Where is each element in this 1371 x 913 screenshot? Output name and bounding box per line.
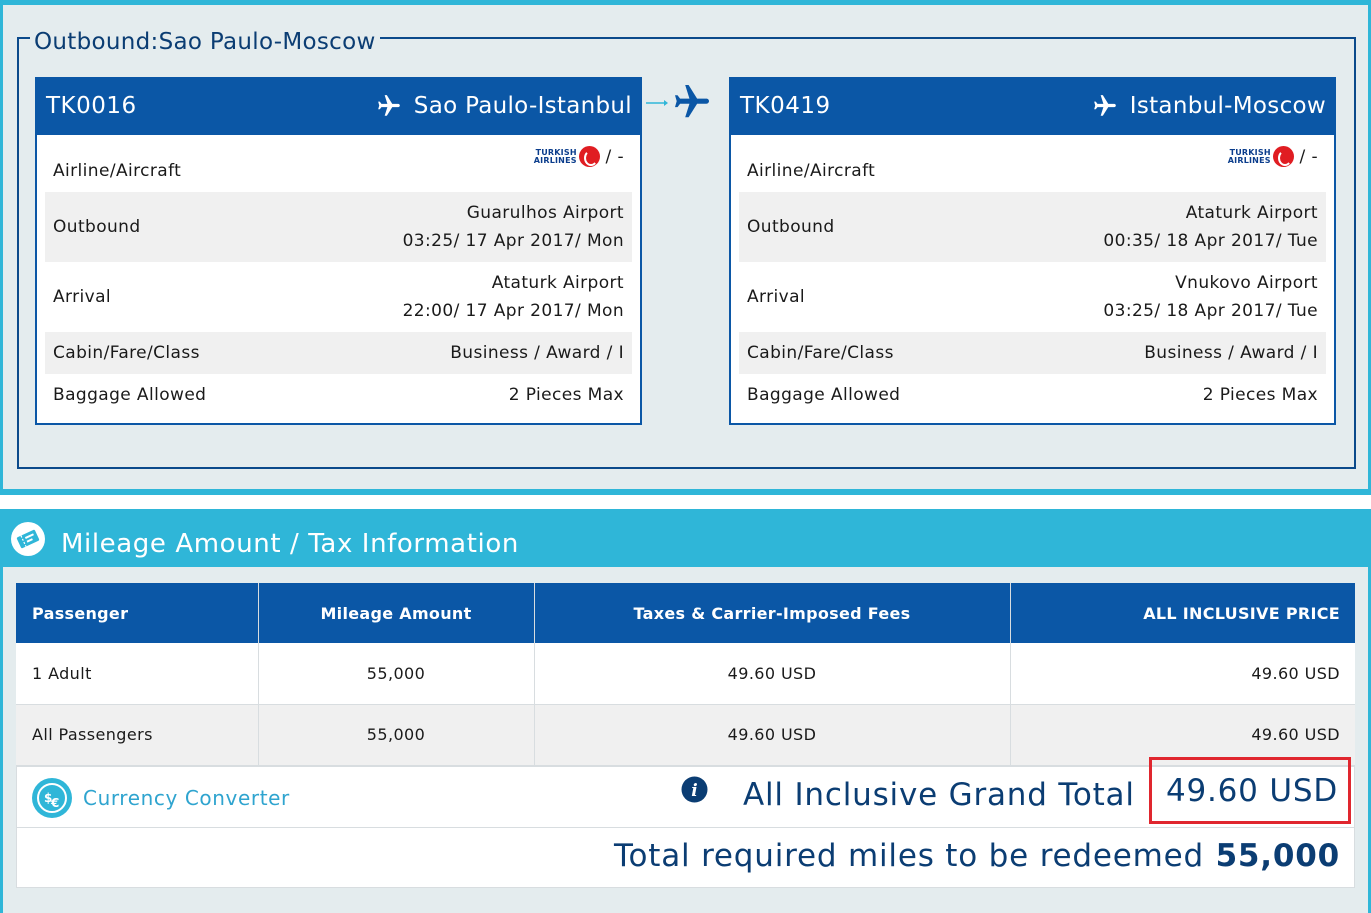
baggage-row: Baggage Allowed 2 Pieces Max xyxy=(739,374,1326,416)
flight-card-2: TK0419 Istanbul-Moscow Airline/Aircraft … xyxy=(729,77,1336,425)
table-header-row: Passenger Mileage Amount Taxes & Carrier… xyxy=(16,583,1355,643)
svg-text:€: € xyxy=(50,796,60,810)
baggage-value: 2 Pieces Max xyxy=(508,385,624,405)
flight-details: Airline/Aircraft TURKISH AIRLINES / - Out… xyxy=(45,135,632,416)
airline-label: Airline/Aircraft xyxy=(747,160,876,181)
grand-total-label: All Inclusive Grand Total xyxy=(743,777,1135,813)
cabin-label: Cabin/Fare/Class xyxy=(747,343,894,363)
currency-converter-link[interactable]: $ € Currency Converter xyxy=(31,777,290,819)
passenger-cell: All Passengers xyxy=(16,704,259,766)
currency-converter-label[interactable]: Currency Converter xyxy=(83,786,290,810)
taxes-cell: 49.60 USD xyxy=(534,704,1011,766)
flight-card-header: TK0016 Sao Paulo-Istanbul xyxy=(37,79,640,135)
arrival-airport: Vnukovo Airport xyxy=(1175,273,1318,293)
miles-row: Total required miles to be redeemed 55,0… xyxy=(17,828,1354,888)
arrow-plane-icon xyxy=(646,84,710,118)
ticket-icon xyxy=(11,522,45,556)
currency-converter-icon: $ € xyxy=(32,778,72,818)
column-header: ALL INCLUSIVE PRICE xyxy=(1010,583,1355,643)
airline-row: Airline/Aircraft TURKISH AIRLINES / - xyxy=(739,135,1326,192)
arrival-time: 03:25/ 18 Apr 2017/ Tue xyxy=(1103,301,1318,321)
column-header: Passenger xyxy=(16,583,259,643)
outbound-label: Outbound xyxy=(747,217,835,237)
airline-label: Airline/Aircraft xyxy=(53,160,182,181)
plane-icon xyxy=(377,95,400,116)
aircraft-value: / - xyxy=(605,146,624,167)
taxes-cell: 49.60 USD xyxy=(534,643,1011,705)
outbound-label: Outbound xyxy=(53,217,141,237)
flight-details: Airline/Aircraft TURKISH AIRLINES / - Out… xyxy=(739,135,1326,416)
mileage-cell: 55,000 xyxy=(258,704,535,766)
cabin-value: Business / Award / I xyxy=(1144,343,1318,363)
info-icon[interactable]: i xyxy=(681,776,708,803)
outbound-time: 03:25/ 17 Apr 2017/ Mon xyxy=(402,231,624,251)
table-row: 1 Adult 55,000 49.60 USD 49.60 USD xyxy=(16,643,1355,705)
mileage-cell: 55,000 xyxy=(258,643,535,705)
outbound-row: Outbound Ataturk Airport 00:35/ 18 Apr 2… xyxy=(739,192,1326,262)
fare-table: Passenger Mileage Amount Taxes & Carrier… xyxy=(16,583,1355,766)
cabin-value: Business / Award / I xyxy=(450,343,624,363)
table-row: All Passengers 55,000 49.60 USD 49.60 US… xyxy=(16,704,1355,766)
outbound-airport: Guarulhos Airport xyxy=(466,203,624,223)
grand-total-row: $ € Currency Converter i All Inclusive G… xyxy=(17,757,1354,828)
route-label: Sao Paulo-Istanbul xyxy=(413,93,632,119)
mileage-header: Mileage Amount / Tax Information xyxy=(3,509,1368,567)
route-label: Istanbul-Moscow xyxy=(1129,93,1326,119)
tulip-logo-icon xyxy=(1272,146,1294,167)
plane-icon xyxy=(1093,95,1116,116)
arrival-label: Arrival xyxy=(53,287,112,307)
grand-total-value: 49.60 USD xyxy=(1165,773,1338,809)
arrival-time: 22:00/ 17 Apr 2017/ Mon xyxy=(402,301,624,321)
flight-number: TK0419 xyxy=(740,93,831,119)
tulip-logo-icon xyxy=(578,146,600,167)
column-header: Mileage Amount xyxy=(258,583,535,643)
flight-card-1: TK0016 Sao Paulo-Istanbul Airline/Aircra… xyxy=(35,77,642,425)
outbound-row: Outbound Guarulhos Airport 03:25/ 17 Apr… xyxy=(45,192,632,262)
baggage-label: Baggage Allowed xyxy=(747,385,901,405)
outbound-time: 00:35/ 18 Apr 2017/ Tue xyxy=(1103,231,1318,251)
passenger-cell: 1 Adult xyxy=(16,643,259,705)
airline-row: Airline/Aircraft TURKISH AIRLINES / - xyxy=(45,135,632,192)
cabin-row: Cabin/Fare/Class Business / Award / I xyxy=(739,332,1326,374)
outbound-airport: Ataturk Airport xyxy=(1185,203,1318,223)
turkish-airlines-logo: TURKISH AIRLINES xyxy=(534,146,600,167)
mileage-section: Mileage Amount / Tax Information Passeng… xyxy=(0,509,1371,913)
price-cell: 49.60 USD xyxy=(1010,704,1355,766)
svg-text:i: i xyxy=(691,781,697,801)
aircraft-value: / - xyxy=(1299,146,1318,167)
cabin-label: Cabin/Fare/Class xyxy=(53,343,200,363)
baggage-value: 2 Pieces Max xyxy=(1202,385,1318,405)
flight-route: Istanbul-Moscow xyxy=(1092,89,1326,123)
arrival-row: Arrival Ataturk Airport 22:00/ 17 Apr 20… xyxy=(45,262,632,332)
arrival-label: Arrival xyxy=(747,287,806,307)
outbound-section: Outbound:Sao Paulo-Moscow TK0016 Sao Pau… xyxy=(0,0,1371,495)
grand-total-highlight: 49.60 USD xyxy=(1149,757,1351,824)
column-header: Taxes & Carrier-Imposed Fees xyxy=(534,583,1011,643)
turkish-airlines-logo: TURKISH AIRLINES xyxy=(1228,146,1294,167)
baggage-row: Baggage Allowed 2 Pieces Max xyxy=(45,374,632,416)
flight-number: TK0016 xyxy=(46,93,137,119)
arrival-row: Arrival Vnukovo Airport 03:25/ 18 Apr 20… xyxy=(739,262,1326,332)
flight-route: Sao Paulo-Istanbul xyxy=(376,89,632,123)
miles-label: Total required miles to be redeemed xyxy=(614,838,1204,874)
baggage-label: Baggage Allowed xyxy=(53,385,207,405)
arrival-airport: Ataturk Airport xyxy=(491,273,624,293)
flight-card-header: TK0419 Istanbul-Moscow xyxy=(731,79,1334,135)
miles-value: 55,000 xyxy=(1215,838,1340,874)
mileage-title: Mileage Amount / Tax Information xyxy=(61,529,519,559)
cabin-row: Cabin/Fare/Class Business / Award / I xyxy=(45,332,632,374)
totals-box: $ € Currency Converter i All Inclusive G… xyxy=(16,757,1355,888)
outbound-legend: Outbound:Sao Paulo-Moscow xyxy=(30,25,380,59)
price-cell: 49.60 USD xyxy=(1010,643,1355,705)
